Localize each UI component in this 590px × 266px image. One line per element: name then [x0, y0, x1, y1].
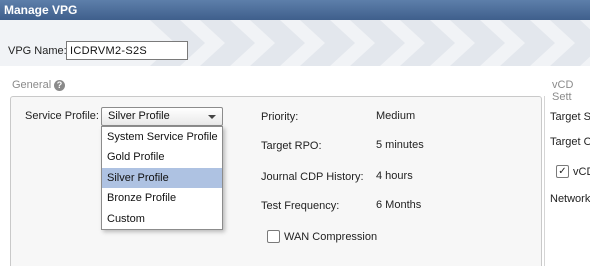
dropdown-option-silver-profile[interactable]: Silver Profile	[102, 167, 222, 189]
dropdown-option-bronze-profile[interactable]: Bronze Profile	[102, 188, 222, 208]
service-profile-label: Service Profile:	[25, 110, 99, 122]
target-rpo-label: Target RPO:	[261, 140, 322, 152]
test-frequency-value: 6 Months	[376, 199, 422, 211]
service-profile-select[interactable]: Silver Profile	[101, 107, 223, 126]
window-title: Manage VPG	[0, 0, 590, 20]
test-frequency-label: Test Frequency:	[261, 200, 340, 212]
service-profile-value: Silver Profile	[108, 110, 170, 122]
question-circle-icon[interactable]: ?	[54, 80, 65, 91]
service-profile-dropdown: System Service Profile Gold Profile Silv…	[101, 126, 223, 230]
dropdown-option-gold-profile[interactable]: Gold Profile	[102, 147, 222, 167]
wan-compression-checkbox[interactable]	[267, 230, 280, 243]
dropdown-option-system-service-profile[interactable]: System Service Profile	[102, 127, 222, 147]
panel-divider	[544, 96, 545, 266]
dropdown-option-custom[interactable]: Custom	[102, 209, 222, 229]
vcd-settings-section-label: vCD Sett	[552, 79, 574, 103]
wan-compression-label: WAN Compression	[284, 231, 378, 243]
target-site-label: Target Si	[550, 111, 590, 123]
chevron-down-icon	[208, 115, 216, 119]
priority-value: Medium	[376, 110, 416, 122]
journal-cdp-history-value: 4 hours	[376, 170, 413, 182]
vcd-checkbox-label: vCD	[573, 166, 590, 178]
general-section-label: General	[12, 79, 52, 91]
target-org-label: Target Or	[550, 136, 590, 148]
vpg-name-input[interactable]	[66, 41, 188, 60]
priority-label: Priority:	[261, 111, 299, 123]
vcd-checkbox[interactable]: ✓	[556, 165, 569, 178]
network-label: Network	[550, 193, 590, 205]
journal-cdp-history-label: Journal CDP History:	[261, 171, 364, 183]
target-rpo-value: 5 minutes	[376, 139, 424, 151]
vpg-name-label: VPG Name:	[8, 45, 67, 57]
